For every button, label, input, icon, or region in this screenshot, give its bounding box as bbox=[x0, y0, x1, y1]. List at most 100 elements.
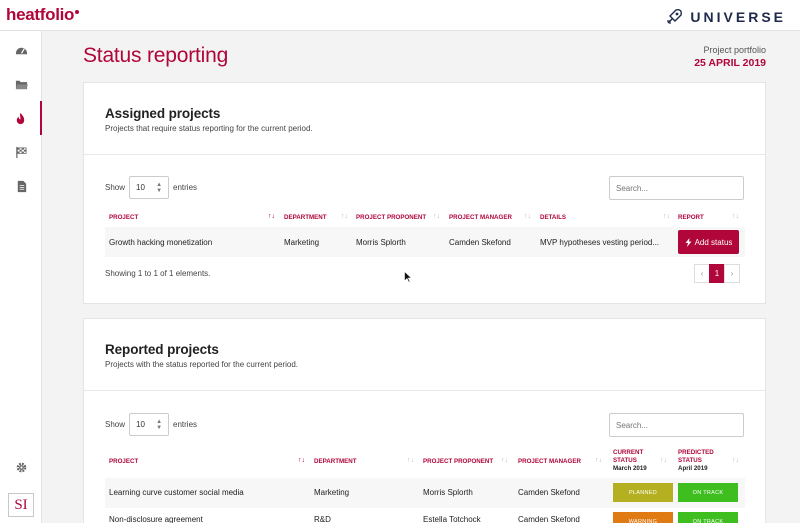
sort-icon[interactable]: ↑↓ bbox=[732, 213, 739, 220]
sidebar-item-status[interactable] bbox=[0, 101, 42, 135]
page-title: Status reporting bbox=[83, 44, 229, 67]
current-status-badge: PLANNED bbox=[613, 483, 673, 502]
sort-arrows-icon: ▲ ▼ bbox=[156, 181, 163, 194]
cell-details: MVP hypotheses vesting period... bbox=[540, 238, 660, 247]
col-predicted-status[interactable]: PREDICTED STATUS April 2019 bbox=[678, 449, 718, 473]
cell-project[interactable]: Non-disclosure agreement bbox=[109, 515, 203, 523]
assigned-projects-card: Assigned projects Projects that require … bbox=[83, 82, 766, 304]
table-row: Learning curve customer social media Mar… bbox=[105, 478, 745, 508]
col-predicted-label: PREDICTED STATUS bbox=[678, 449, 714, 464]
predicted-status-badge: ON TRACK bbox=[678, 483, 738, 502]
sidebar-item-milestones[interactable] bbox=[0, 135, 42, 169]
cell-manager: Camden Skefond bbox=[518, 515, 580, 523]
portfolio-meta: Project portfolio 25 APRIL 2019 bbox=[694, 45, 766, 69]
rocket-icon bbox=[667, 9, 683, 24]
pagination: ‹ 1 › bbox=[694, 264, 740, 283]
cell-project[interactable]: Learning curve customer social media bbox=[109, 488, 244, 497]
logo-dot bbox=[75, 10, 80, 14]
sort-icon[interactable]: ↑↓ bbox=[407, 457, 414, 464]
col-current-period: March 2019 bbox=[613, 465, 647, 472]
col-proponent[interactable]: PROJECT PROPONENT bbox=[423, 458, 493, 466]
col-report[interactable]: REPORT bbox=[678, 214, 704, 222]
si-logo[interactable]: SI bbox=[8, 493, 34, 517]
entries-value: 10 bbox=[136, 420, 145, 429]
document-icon bbox=[17, 180, 26, 192]
cell-manager: Camden Skefond bbox=[518, 488, 580, 497]
reported-search-input[interactable] bbox=[609, 413, 744, 437]
sort-icon[interactable]: ↑↓ bbox=[433, 213, 440, 220]
col-current-status[interactable]: CURRENT STATUS March 2019 bbox=[613, 449, 653, 473]
col-department[interactable]: DEPARTMENT bbox=[314, 458, 357, 466]
assigned-card-header: Assigned projects Projects that require … bbox=[84, 83, 765, 155]
cell-department: R&D bbox=[314, 515, 331, 523]
entries-value: 10 bbox=[136, 183, 145, 192]
reported-title: Reported projects bbox=[105, 342, 219, 357]
sort-icon[interactable]: ↑↓ bbox=[663, 213, 670, 220]
col-project[interactable]: PROJECT bbox=[109, 214, 138, 222]
brand-name: UNIVERSE bbox=[690, 9, 786, 25]
cell-department: Marketing bbox=[284, 238, 320, 247]
sort-icon[interactable]: ↑↓ bbox=[732, 457, 739, 464]
col-proponent[interactable]: PROJECT PROPONENT bbox=[356, 214, 426, 222]
add-status-button[interactable]: Add status bbox=[678, 230, 739, 254]
portfolio-date: 25 APRIL 2019 bbox=[694, 57, 766, 69]
sort-icon[interactable]: ↑↓ bbox=[595, 457, 602, 464]
sort-icon[interactable]: ↑↓ bbox=[524, 213, 531, 220]
logo-text: heatfolio bbox=[6, 5, 75, 24]
folder-icon bbox=[15, 80, 28, 89]
assigned-title: Assigned projects bbox=[105, 106, 221, 121]
table-info: Showing 1 to 1 of 1 elements. bbox=[105, 269, 211, 278]
col-manager[interactable]: PROJECT MANAGER bbox=[449, 214, 512, 222]
sort-icon[interactable]: ↑↓ bbox=[660, 457, 667, 464]
sort-arrows-icon: ▲ ▼ bbox=[156, 418, 163, 431]
sort-asc-icon[interactable]: ↑↓ bbox=[298, 457, 305, 464]
col-details[interactable]: DETAILS bbox=[540, 214, 566, 222]
portfolio-label: Project portfolio bbox=[703, 45, 766, 55]
gear-icon bbox=[16, 462, 26, 472]
col-current-label: CURRENT STATUS bbox=[613, 449, 644, 464]
add-status-label: Add status bbox=[694, 237, 733, 247]
col-predicted-period: April 2019 bbox=[678, 465, 708, 472]
cell-proponent: Estella Totchock bbox=[423, 515, 481, 523]
table-row: Growth hacking monetization Marketing Mo… bbox=[105, 227, 745, 257]
mouse-pointer-icon bbox=[404, 271, 412, 283]
entries-select[interactable]: 10 ▲ ▼ bbox=[129, 176, 170, 199]
heatfolio-logo[interactable]: heatfolio bbox=[6, 5, 80, 25]
page-1-button[interactable]: 1 bbox=[709, 264, 725, 283]
assigned-length-control: Show 10 ▲ ▼ entries bbox=[105, 176, 197, 199]
cell-project[interactable]: Growth hacking monetization bbox=[109, 238, 212, 247]
sidebar: SI bbox=[0, 31, 42, 523]
top-bar: heatfolio UNIVERSE bbox=[0, 0, 800, 31]
sort-icon[interactable]: ↑↓ bbox=[341, 213, 348, 220]
reported-length-control: Show 10 ▲ ▼ entries bbox=[105, 413, 197, 436]
universe-brand: UNIVERSE bbox=[664, 7, 786, 27]
sidebar-item-settings[interactable] bbox=[0, 450, 42, 484]
sort-icon[interactable]: ↑↓ bbox=[501, 457, 508, 464]
show-label: Show bbox=[105, 420, 126, 429]
reported-subtitle: Projects with the status reported for th… bbox=[105, 360, 298, 369]
next-page-button[interactable]: › bbox=[724, 264, 740, 283]
reported-card-header: Reported projects Projects with the stat… bbox=[84, 319, 765, 391]
prev-page-button[interactable]: ‹ bbox=[694, 264, 710, 283]
predicted-status-badge: ON TRACK bbox=[678, 512, 738, 523]
lightning-icon bbox=[685, 237, 692, 247]
sidebar-item-folders[interactable] bbox=[0, 67, 42, 101]
reported-projects-card: Reported projects Projects with the stat… bbox=[83, 318, 766, 523]
cell-department: Marketing bbox=[314, 488, 350, 497]
assigned-subtitle: Projects that require status reporting f… bbox=[105, 124, 313, 133]
entries-select[interactable]: 10 ▲ ▼ bbox=[129, 413, 170, 436]
sidebar-item-reports[interactable] bbox=[0, 169, 42, 203]
sort-asc-icon[interactable]: ↑↓ bbox=[268, 213, 275, 220]
col-department[interactable]: DEPARTMENT bbox=[284, 214, 327, 222]
flame-icon bbox=[16, 112, 24, 124]
cell-manager: Camden Skefond bbox=[449, 238, 511, 247]
current-status-badge: WARNING bbox=[613, 512, 673, 523]
col-manager[interactable]: PROJECT MANAGER bbox=[518, 458, 581, 466]
assigned-search-input[interactable] bbox=[609, 176, 744, 200]
cell-proponent: Morris Splorth bbox=[356, 238, 406, 247]
entries-label: entries bbox=[173, 420, 198, 429]
checkered-flag-icon bbox=[15, 146, 27, 158]
col-project[interactable]: PROJECT bbox=[109, 458, 138, 466]
cell-proponent: Morris Splorth bbox=[423, 488, 473, 497]
sidebar-item-dashboard[interactable] bbox=[0, 33, 42, 67]
